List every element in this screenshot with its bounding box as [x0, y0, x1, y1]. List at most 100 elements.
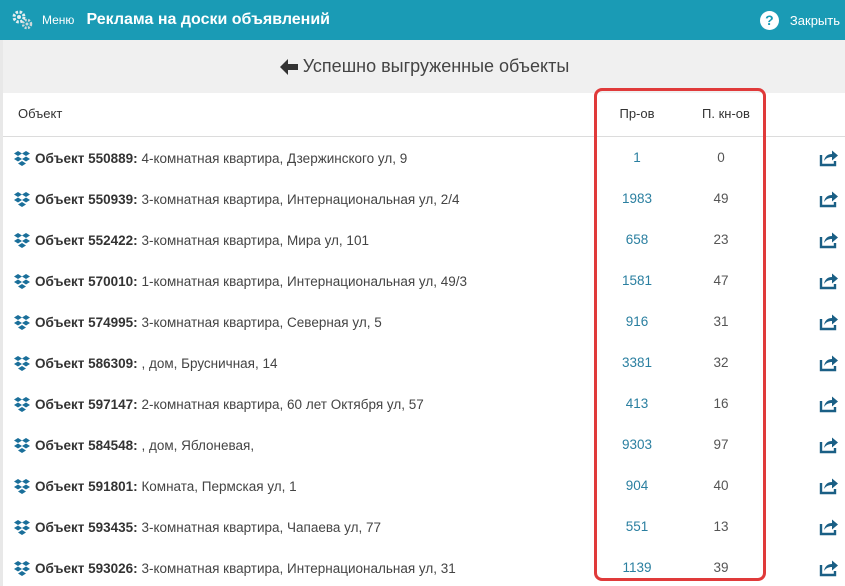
- table-row: Объект 550939: 3-комнатная квартира, Инт…: [3, 178, 845, 219]
- object-description: Комната, Пермская ул, 1: [137, 478, 297, 494]
- arrow-left-icon: [279, 58, 298, 75]
- share-icon[interactable]: [819, 354, 839, 372]
- table-row: Объект 597147: 2-комнатная квартира, 60 …: [3, 383, 845, 424]
- views-count[interactable]: 413: [597, 396, 677, 411]
- share-icon[interactable]: [819, 313, 839, 331]
- views-count[interactable]: 1983: [597, 191, 677, 206]
- views-count[interactable]: 9303: [597, 437, 677, 452]
- object-description: , дом, Яблоневая,: [137, 437, 255, 453]
- object-name: Объект 584548:: [35, 437, 138, 453]
- views-count[interactable]: 1581: [597, 273, 677, 288]
- objects-table: Объект 550889: 4-комнатная квартира, Дзе…: [3, 137, 845, 586]
- object-cell[interactable]: Объект 584548: , дом, Яблоневая,: [13, 437, 254, 453]
- calls-count: 16: [713, 396, 729, 411]
- table-row: Объект 550889: 4-комнатная квартира, Дзе…: [3, 137, 845, 178]
- stacked-boxes-icon: [14, 274, 30, 289]
- object-description: 4-комнатная квартира, Дзержинского ул, 9: [137, 150, 408, 166]
- object-name: Объект 586309:: [35, 355, 138, 371]
- stacked-boxes-icon: [14, 397, 30, 412]
- table-row: Объект 591801: Комната, Пермская ул, 1 9…: [3, 465, 845, 506]
- back-button[interactable]: Успешно выгруженные объекты: [279, 56, 570, 77]
- object-cell[interactable]: Объект 597147: 2-комнатная квартира, 60 …: [13, 396, 424, 412]
- column-header-object: Объект: [18, 106, 63, 121]
- stacked-boxes-icon: [14, 479, 30, 494]
- table-row: Объект 593435: 3-комнатная квартира, Чап…: [3, 506, 845, 547]
- gears-icon: [12, 10, 33, 30]
- stacked-boxes-icon: [14, 233, 30, 248]
- object-description: 3-комнатная квартира, Мира ул, 101: [137, 232, 369, 248]
- calls-count: 13: [713, 519, 729, 534]
- menu-button[interactable]: Меню: [10, 8, 74, 32]
- menu-label: Меню: [42, 13, 75, 27]
- share-icon[interactable]: [819, 477, 839, 495]
- stacked-boxes-icon: [14, 561, 30, 576]
- calls-count: 31: [713, 314, 729, 329]
- close-label: Закрыть: [789, 12, 840, 28]
- share-icon[interactable]: [819, 395, 839, 413]
- share-icon[interactable]: [819, 436, 839, 454]
- calls-count: 97: [713, 437, 729, 452]
- share-icon[interactable]: [819, 272, 839, 290]
- object-name: Объект 552422:: [35, 232, 138, 248]
- views-count[interactable]: 3381: [597, 355, 677, 370]
- object-name: Объект 593026:: [35, 560, 138, 576]
- object-name: Объект 550939:: [35, 191, 138, 207]
- object-cell[interactable]: Объект 593435: 3-комнатная квартира, Чап…: [13, 519, 381, 535]
- object-description: 3-комнатная квартира, Интернациональная …: [137, 191, 460, 207]
- object-cell[interactable]: Объект 586309: , дом, Брусничная, 14: [13, 355, 278, 371]
- object-cell[interactable]: Объект 570010: 1-комнатная квартира, Инт…: [13, 273, 467, 289]
- object-cell[interactable]: Объект 593026: 3-комнатная квартира, Инт…: [13, 560, 456, 576]
- column-header-calls: П. кн-ов: [702, 106, 750, 121]
- views-count[interactable]: 1: [597, 150, 677, 165]
- table-row: Объект 570010: 1-комнатная квартира, Инт…: [3, 260, 845, 301]
- views-count[interactable]: 1139: [597, 560, 677, 575]
- object-cell[interactable]: Объект 574995: 3-комнатная квартира, Сев…: [13, 314, 382, 330]
- share-icon[interactable]: [819, 518, 839, 536]
- object-cell[interactable]: Объект 591801: Комната, Пермская ул, 1: [13, 478, 297, 494]
- share-icon[interactable]: [819, 149, 839, 167]
- object-name: Объект 570010:: [35, 273, 138, 289]
- close-button[interactable]: ? Закрыть: [759, 10, 840, 30]
- stacked-boxes-icon: [14, 356, 30, 371]
- object-name: Объект 597147:: [35, 396, 138, 412]
- calls-count: 39: [713, 560, 729, 575]
- table-row: Объект 584548: , дом, Яблоневая, 9303 97: [3, 424, 845, 465]
- help-icon[interactable]: ?: [759, 10, 779, 30]
- table-row: Объект 586309: , дом, Брусничная, 14 338…: [3, 342, 845, 383]
- views-count[interactable]: 551: [597, 519, 677, 534]
- views-count[interactable]: 916: [597, 314, 677, 329]
- app-title: Реклама на доски объявлений: [86, 11, 331, 28]
- column-header-views: Пр-ов: [619, 106, 655, 121]
- calls-count: 23: [713, 232, 729, 247]
- object-cell[interactable]: Объект 552422: 3-комнатная квартира, Мир…: [13, 232, 369, 248]
- calls-count: 0: [717, 150, 725, 165]
- table-row: Объект 593026: 3-комнатная квартира, Инт…: [3, 547, 845, 586]
- object-description: 1-комнатная квартира, Интернациональная …: [137, 273, 468, 289]
- page-header: Успешно выгруженные объекты: [3, 40, 845, 93]
- table-row: Объект 574995: 3-комнатная квартира, Сев…: [3, 301, 845, 342]
- object-description: , дом, Брусничная, 14: [137, 355, 278, 371]
- object-name: Объект 550889:: [35, 150, 138, 166]
- calls-count: 49: [713, 191, 729, 206]
- object-description: 3-комнатная квартира, Северная ул, 5: [137, 314, 382, 330]
- object-description: 3-комнатная квартира, Интернациональная …: [137, 560, 456, 576]
- table-row: Объект 552422: 3-комнатная квартира, Мир…: [3, 219, 845, 260]
- object-name: Объект 574995:: [35, 314, 138, 330]
- table-header: Объект Пр-ов П. кн-ов: [3, 93, 845, 137]
- object-cell[interactable]: Объект 550939: 3-комнатная квартира, Инт…: [13, 191, 460, 207]
- object-description: 3-комнатная квартира, Чапаева ул, 77: [137, 519, 382, 535]
- share-icon[interactable]: [819, 559, 839, 577]
- page-title: Успешно выгруженные объекты: [302, 56, 570, 76]
- stacked-boxes-icon: [14, 192, 30, 207]
- views-count[interactable]: 904: [597, 478, 677, 493]
- object-description: 2-комнатная квартира, 60 лет Октября ул,…: [137, 396, 424, 412]
- share-icon[interactable]: [819, 190, 839, 208]
- stacked-boxes-icon: [14, 315, 30, 330]
- stacked-boxes-icon: [14, 151, 30, 166]
- share-icon[interactable]: [819, 231, 839, 249]
- calls-count: 32: [713, 355, 729, 370]
- views-count[interactable]: 658: [597, 232, 677, 247]
- stacked-boxes-icon: [14, 520, 30, 535]
- object-cell[interactable]: Объект 550889: 4-комнатная квартира, Дзе…: [13, 150, 407, 166]
- calls-count: 40: [713, 478, 729, 493]
